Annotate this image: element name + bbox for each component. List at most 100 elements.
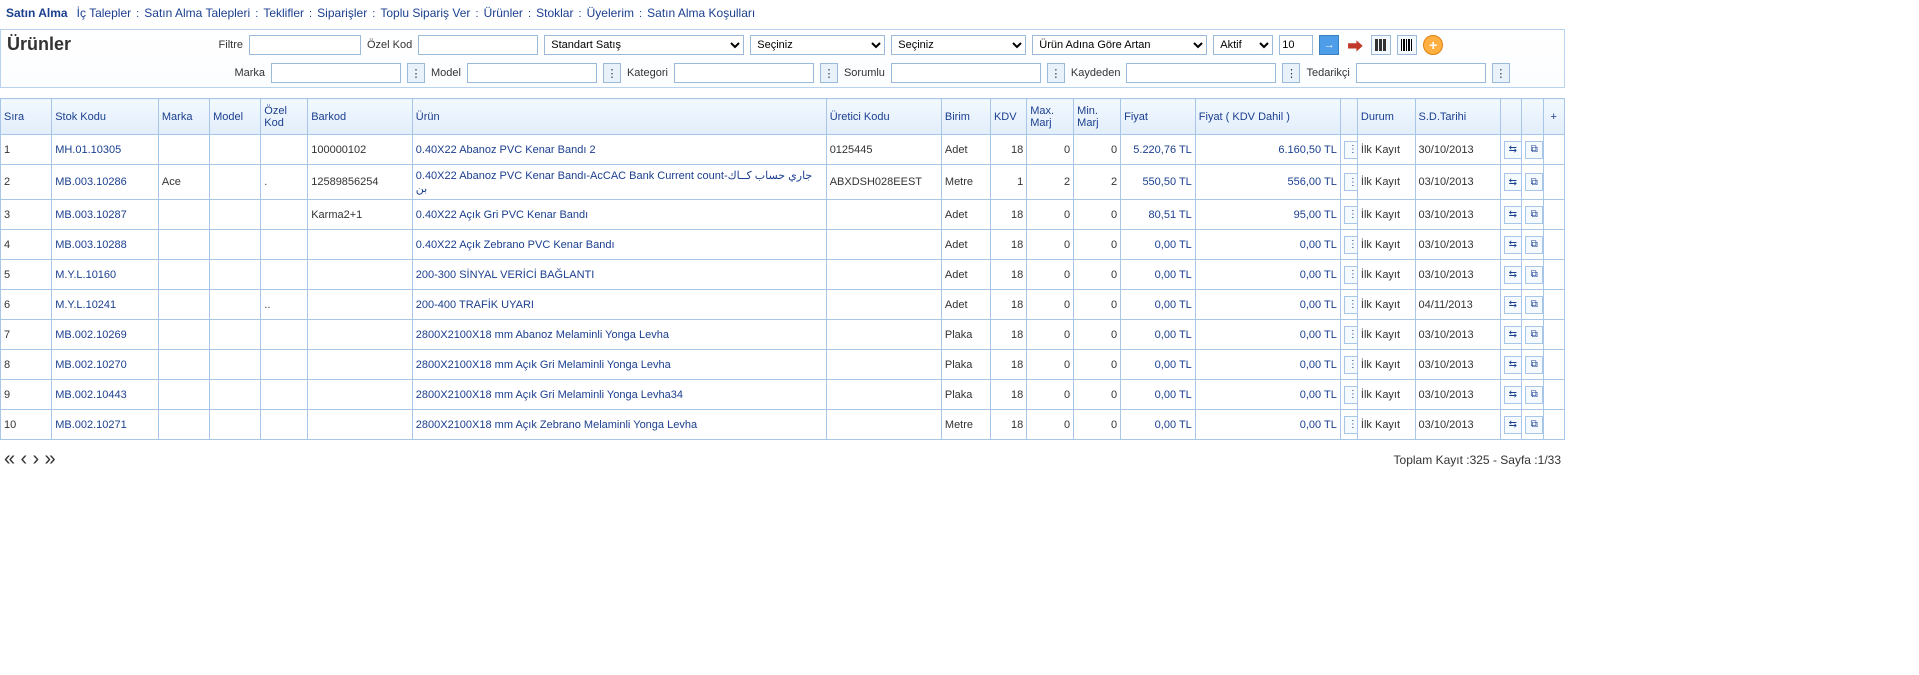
last-page-icon[interactable]: »: [45, 448, 56, 470]
col-header[interactable]: [1340, 99, 1357, 135]
cell-urun[interactable]: 0.40X22 Açık Zebrano PVC Kenar Bandı: [412, 230, 826, 260]
cell-fiyat[interactable]: 0,00 TL: [1121, 350, 1196, 380]
nav-link[interactable]: Toplu Sipariş Ver: [380, 6, 470, 20]
detail-icon[interactable]: ⋮: [1344, 386, 1358, 404]
copy-icon[interactable]: ⧉: [1525, 236, 1543, 254]
go-button[interactable]: →: [1319, 35, 1339, 55]
nav-link[interactable]: Stoklar: [536, 6, 573, 20]
col-header[interactable]: Marka: [158, 99, 209, 135]
cell-urun[interactable]: 2800X2100X18 mm Açık Gri Melaminli Yonga…: [412, 380, 826, 410]
detail-icon[interactable]: ⋮: [1344, 266, 1358, 284]
detail-icon[interactable]: ⋮: [1344, 326, 1358, 344]
select-satis[interactable]: Standart Satış: [544, 35, 744, 55]
cell-fiyat[interactable]: 0,00 TL: [1121, 260, 1196, 290]
cell-fiyatkdv[interactable]: 556,00 TL: [1195, 165, 1340, 200]
cell-fiyatkdv[interactable]: 95,00 TL: [1195, 200, 1340, 230]
cell-urun[interactable]: 2800X2100X18 mm Açık Gri Melaminli Yonga…: [412, 350, 826, 380]
nav-brand[interactable]: Satın Alma: [6, 6, 68, 20]
col-header[interactable]: Model: [210, 99, 261, 135]
copy-icon[interactable]: ⧉: [1525, 356, 1543, 374]
transfer-icon[interactable]: ⇆: [1504, 141, 1522, 159]
detail-icon[interactable]: ⋮: [1344, 356, 1358, 374]
cell-stokkodu[interactable]: MB.002.10271: [52, 410, 159, 440]
detail-icon[interactable]: ⋮: [1344, 236, 1358, 254]
nav-link[interactable]: Üyelerim: [587, 6, 634, 20]
cell-fiyatkdv[interactable]: 0,00 TL: [1195, 260, 1340, 290]
select-status[interactable]: Aktif: [1213, 35, 1273, 55]
transfer-icon[interactable]: ⇆: [1504, 356, 1522, 374]
col-header[interactable]: [1522, 99, 1543, 135]
col-header[interactable]: Ürün: [412, 99, 826, 135]
tedarikci-input[interactable]: [1356, 63, 1486, 83]
first-page-icon[interactable]: «: [4, 448, 15, 470]
kategori-input[interactable]: [674, 63, 814, 83]
ozelkod-input[interactable]: [418, 35, 538, 55]
col-header[interactable]: Birim: [941, 99, 990, 135]
copy-icon[interactable]: ⧉: [1525, 326, 1543, 344]
nav-link[interactable]: Satın Alma Talepleri: [144, 6, 250, 20]
cell-fiyat[interactable]: 5.220,76 TL: [1121, 135, 1196, 165]
transfer-icon[interactable]: ⇆: [1504, 206, 1522, 224]
col-header[interactable]: Max. Marj: [1027, 99, 1074, 135]
model-picker[interactable]: ⋮: [603, 63, 621, 83]
marka-picker[interactable]: ⋮: [407, 63, 425, 83]
cell-fiyat[interactable]: 0,00 TL: [1121, 320, 1196, 350]
transfer-icon[interactable]: ⇆: [1504, 386, 1522, 404]
copy-icon[interactable]: ⧉: [1525, 266, 1543, 284]
nav-link[interactable]: Satın Alma Koşulları: [647, 6, 755, 20]
col-header[interactable]: Barkod: [308, 99, 413, 135]
copy-icon[interactable]: ⧉: [1525, 416, 1543, 434]
nav-link[interactable]: Ürünler: [484, 6, 523, 20]
nav-link[interactable]: Siparişler: [317, 6, 367, 20]
kaydeden-input[interactable]: [1126, 63, 1276, 83]
columns-icon-1[interactable]: [1371, 35, 1391, 55]
copy-icon[interactable]: ⧉: [1525, 386, 1543, 404]
cell-urun[interactable]: 0.40X22 Abanoz PVC Kenar Bandı-AcCAC Ban…: [412, 165, 826, 200]
detail-icon[interactable]: ⋮: [1344, 296, 1358, 314]
cell-urun[interactable]: 2800X2100X18 mm Abanoz Melaminli Yonga L…: [412, 320, 826, 350]
col-header[interactable]: [1500, 99, 1521, 135]
cell-fiyatkdv[interactable]: 0,00 TL: [1195, 320, 1340, 350]
col-header[interactable]: Fiyat ( KDV Dahil ): [1195, 99, 1340, 135]
cell-stokkodu[interactable]: MH.01.10305: [52, 135, 159, 165]
col-header[interactable]: Stok Kodu: [52, 99, 159, 135]
cell-stokkodu[interactable]: MB.002.10270: [52, 350, 159, 380]
cell-urun[interactable]: 200-400 TRAFİK UYARI: [412, 290, 826, 320]
sorumlu-input[interactable]: [891, 63, 1041, 83]
col-header[interactable]: KDV: [990, 99, 1026, 135]
kategori-picker[interactable]: ⋮: [820, 63, 838, 83]
cell-fiyatkdv[interactable]: 0,00 TL: [1195, 230, 1340, 260]
nav-link[interactable]: İç Talepler: [77, 6, 131, 20]
col-header[interactable]: +: [1543, 99, 1564, 135]
add-button[interactable]: +: [1423, 35, 1443, 55]
kaydeden-picker[interactable]: ⋮: [1282, 63, 1300, 83]
select-sort[interactable]: Ürün Adına Göre Artan: [1032, 35, 1207, 55]
cell-urun[interactable]: 2800X2100X18 mm Açık Zebrano Melaminli Y…: [412, 410, 826, 440]
barcode-icon[interactable]: [1397, 35, 1417, 55]
cell-fiyatkdv[interactable]: 0,00 TL: [1195, 290, 1340, 320]
select-3[interactable]: Seçiniz: [891, 35, 1026, 55]
detail-icon[interactable]: ⋮: [1344, 141, 1358, 159]
cell-stokkodu[interactable]: MB.003.10286: [52, 165, 159, 200]
cell-stokkodu[interactable]: MB.003.10288: [52, 230, 159, 260]
cell-urun[interactable]: 0.40X22 Açık Gri PVC Kenar Bandı: [412, 200, 826, 230]
copy-icon[interactable]: ⧉: [1525, 141, 1543, 159]
detail-icon[interactable]: ⋮: [1344, 416, 1358, 434]
copy-icon[interactable]: ⧉: [1525, 206, 1543, 224]
cell-urun[interactable]: 0.40X22 Abanoz PVC Kenar Bandı 2: [412, 135, 826, 165]
marka-input[interactable]: [271, 63, 401, 83]
cell-stokkodu[interactable]: MB.003.10287: [52, 200, 159, 230]
detail-icon[interactable]: ⋮: [1344, 206, 1358, 224]
col-header[interactable]: Özel Kod: [261, 99, 308, 135]
transfer-icon[interactable]: ⇆: [1504, 173, 1522, 191]
cell-fiyatkdv[interactable]: 0,00 TL: [1195, 380, 1340, 410]
cell-fiyat[interactable]: 0,00 TL: [1121, 410, 1196, 440]
transfer-icon[interactable]: ⇆: [1504, 416, 1522, 434]
col-header[interactable]: Fiyat: [1121, 99, 1196, 135]
pagesize-input[interactable]: [1279, 35, 1313, 55]
copy-icon[interactable]: ⧉: [1525, 173, 1543, 191]
next-page-icon[interactable]: ›: [32, 448, 39, 470]
col-header[interactable]: Min. Marj: [1074, 99, 1121, 135]
cell-fiyat[interactable]: 0,00 TL: [1121, 380, 1196, 410]
cell-fiyatkdv[interactable]: 0,00 TL: [1195, 350, 1340, 380]
